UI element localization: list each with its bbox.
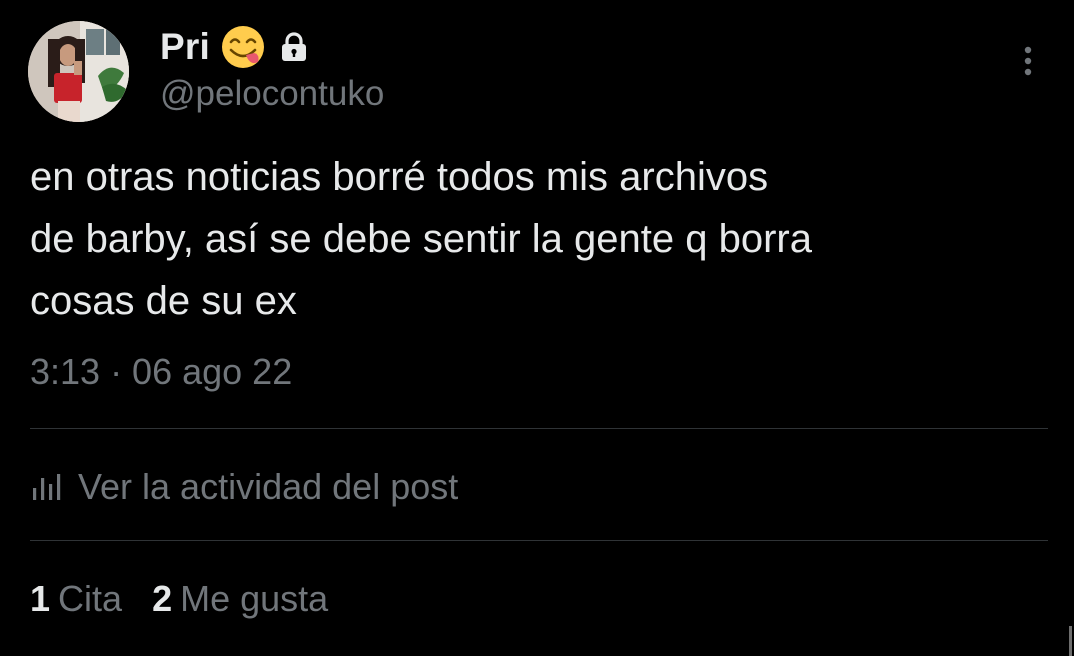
lock-icon bbox=[281, 32, 306, 61]
face-savoring-food-emoji-icon bbox=[221, 26, 264, 68]
post-timestamp[interactable]: 3:13 · 06 ago 22 bbox=[30, 351, 292, 393]
author-name-row: Pri bbox=[160, 24, 308, 70]
quotes-stat[interactable]: 1 Cita bbox=[30, 578, 122, 620]
likes-label: Me gusta bbox=[180, 578, 329, 619]
quotes-count: 1 bbox=[30, 578, 51, 619]
more-vertical-icon[interactable] bbox=[1016, 44, 1040, 80]
post-activity-link[interactable]: Ver la actividad del post bbox=[30, 462, 458, 512]
avatar[interactable] bbox=[28, 21, 129, 122]
author-handle[interactable]: @pelocontuko bbox=[160, 74, 384, 114]
author-display-name[interactable]: Pri bbox=[160, 26, 210, 68]
divider bbox=[30, 428, 1048, 429]
likes-count: 2 bbox=[152, 578, 173, 619]
post-stats: 1 Cita 2 Me gusta bbox=[30, 574, 328, 624]
avatar-photo bbox=[28, 21, 129, 122]
likes-stat[interactable]: 2 Me gusta bbox=[152, 578, 328, 620]
post-activity-label: Ver la actividad del post bbox=[78, 466, 459, 507]
post-text: en otras noticias borré todos mis archiv… bbox=[30, 155, 812, 323]
analytics-bars-icon bbox=[33, 474, 61, 500]
quotes-label: Cita bbox=[58, 578, 123, 619]
tweet-detail: Pri @pelocontuko en otras noticias borré… bbox=[0, 0, 1074, 656]
divider bbox=[30, 540, 1048, 541]
scrollbar[interactable] bbox=[1069, 626, 1072, 656]
